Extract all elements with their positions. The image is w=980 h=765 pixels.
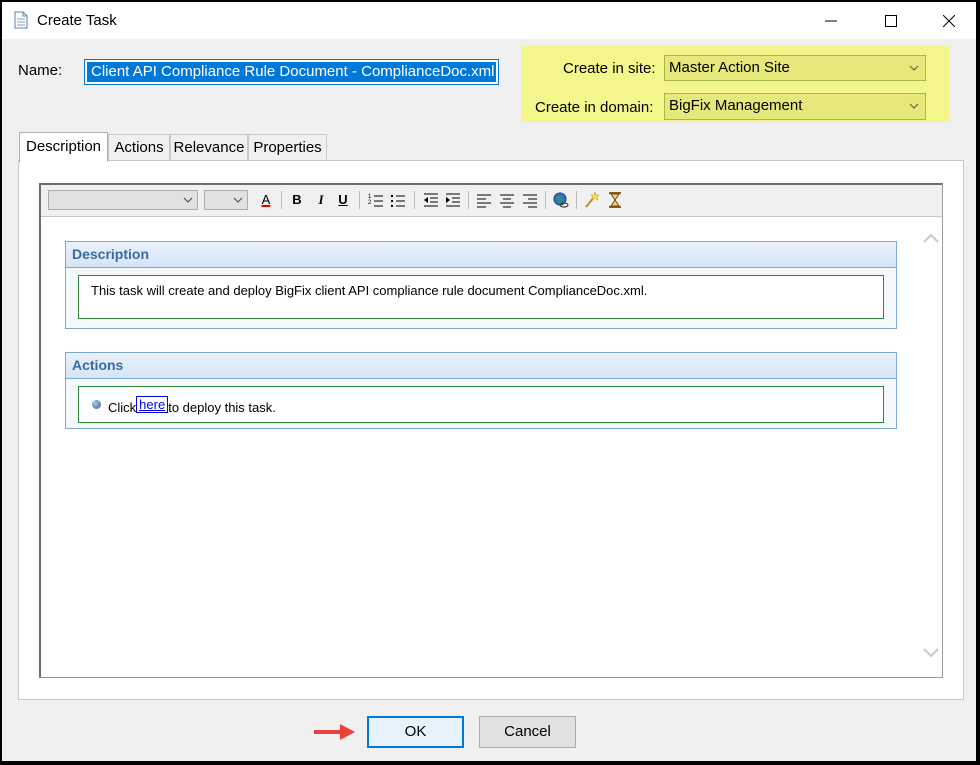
description-section: Description This task will create and de… xyxy=(65,241,897,329)
create-task-dialog: Create Task Name: Client API Compliance … xyxy=(1,1,977,762)
align-left-icon[interactable] xyxy=(475,191,493,209)
description-editor[interactable]: A B I U 12 Description This task will cr… xyxy=(39,183,943,678)
outdent-icon[interactable] xyxy=(422,191,440,209)
name-input[interactable]: Client API Compliance Rule Document - Co… xyxy=(84,59,499,85)
site-select[interactable]: Master Action Site xyxy=(664,55,926,81)
scroll-up-icon[interactable] xyxy=(922,232,940,244)
chevron-down-icon xyxy=(183,197,193,203)
numbered-list-icon[interactable]: 12 xyxy=(367,191,385,209)
toolbar-separator xyxy=(359,191,360,209)
pointer-arrow-icon xyxy=(314,724,355,740)
bold-icon[interactable]: B xyxy=(288,191,306,209)
tab-description[interactable]: Description xyxy=(19,132,108,162)
name-label: Name: xyxy=(18,62,63,79)
bullet-icon xyxy=(92,400,101,409)
document-icon xyxy=(14,11,28,29)
highlight-wand-icon[interactable] xyxy=(583,191,601,209)
description-text: This task will create and deploy BigFix … xyxy=(91,283,648,298)
minimize-button[interactable] xyxy=(802,2,860,39)
domain-select[interactable]: BigFix Management xyxy=(664,93,926,120)
underline-icon[interactable]: U xyxy=(334,191,352,209)
toolbar-separator xyxy=(281,191,282,209)
toolbar-separator xyxy=(414,191,415,209)
svg-text:2: 2 xyxy=(368,200,372,206)
font-color-icon[interactable]: A xyxy=(257,191,275,209)
chevron-down-icon xyxy=(909,65,919,71)
cancel-button[interactable]: Cancel xyxy=(479,716,576,748)
description-section-body[interactable]: This task will create and deploy BigFix … xyxy=(78,275,884,319)
link-globe-icon[interactable] xyxy=(552,191,570,209)
tab-relevance[interactable]: Relevance xyxy=(170,134,248,160)
align-center-icon[interactable] xyxy=(498,191,516,209)
domain-select-value: BigFix Management xyxy=(669,97,803,114)
font-family-select[interactable] xyxy=(48,190,198,210)
font-size-select[interactable] xyxy=(204,190,248,210)
actions-section-header: Actions xyxy=(66,353,896,379)
action-line: Click here to deploy this task. xyxy=(108,396,276,416)
description-section-header: Description xyxy=(66,242,896,268)
editor-toolbar: A B I U 12 xyxy=(41,185,942,217)
action-suffix: to deploy this task. xyxy=(168,400,276,415)
chevron-down-icon xyxy=(909,103,919,109)
maximize-icon xyxy=(885,14,897,27)
close-button[interactable] xyxy=(920,2,976,39)
close-icon xyxy=(943,14,955,27)
action-prefix: Click xyxy=(108,400,137,415)
tab-actions[interactable]: Actions xyxy=(108,134,170,160)
hourglass-icon[interactable] xyxy=(606,191,624,209)
domain-label: Create in domain: xyxy=(535,99,654,116)
ok-button[interactable]: OK xyxy=(367,716,464,748)
name-input-value: Client API Compliance Rule Document - Co… xyxy=(87,62,496,82)
action-link-here[interactable]: here xyxy=(136,396,169,413)
scroll-down-icon[interactable] xyxy=(922,647,940,659)
actions-section-body: Click here to deploy this task. xyxy=(78,386,884,423)
window-title: Create Task xyxy=(37,12,117,29)
toolbar-separator xyxy=(545,191,546,209)
site-label: Create in site: xyxy=(563,60,656,77)
site-select-value: Master Action Site xyxy=(669,59,790,76)
align-right-icon[interactable] xyxy=(521,191,539,209)
italic-icon[interactable]: I xyxy=(312,191,330,209)
chevron-down-icon xyxy=(233,197,243,203)
toolbar-separator xyxy=(468,191,469,209)
bullet-list-icon[interactable] xyxy=(389,191,407,209)
tab-properties[interactable]: Properties xyxy=(248,134,327,160)
actions-section: Actions Click here to deploy this task. xyxy=(65,352,897,429)
maximize-button[interactable] xyxy=(862,2,920,39)
toolbar-separator xyxy=(576,191,577,209)
indent-icon[interactable] xyxy=(444,191,462,209)
title-bar: Create Task xyxy=(2,2,976,39)
minimize-icon xyxy=(825,20,837,21)
